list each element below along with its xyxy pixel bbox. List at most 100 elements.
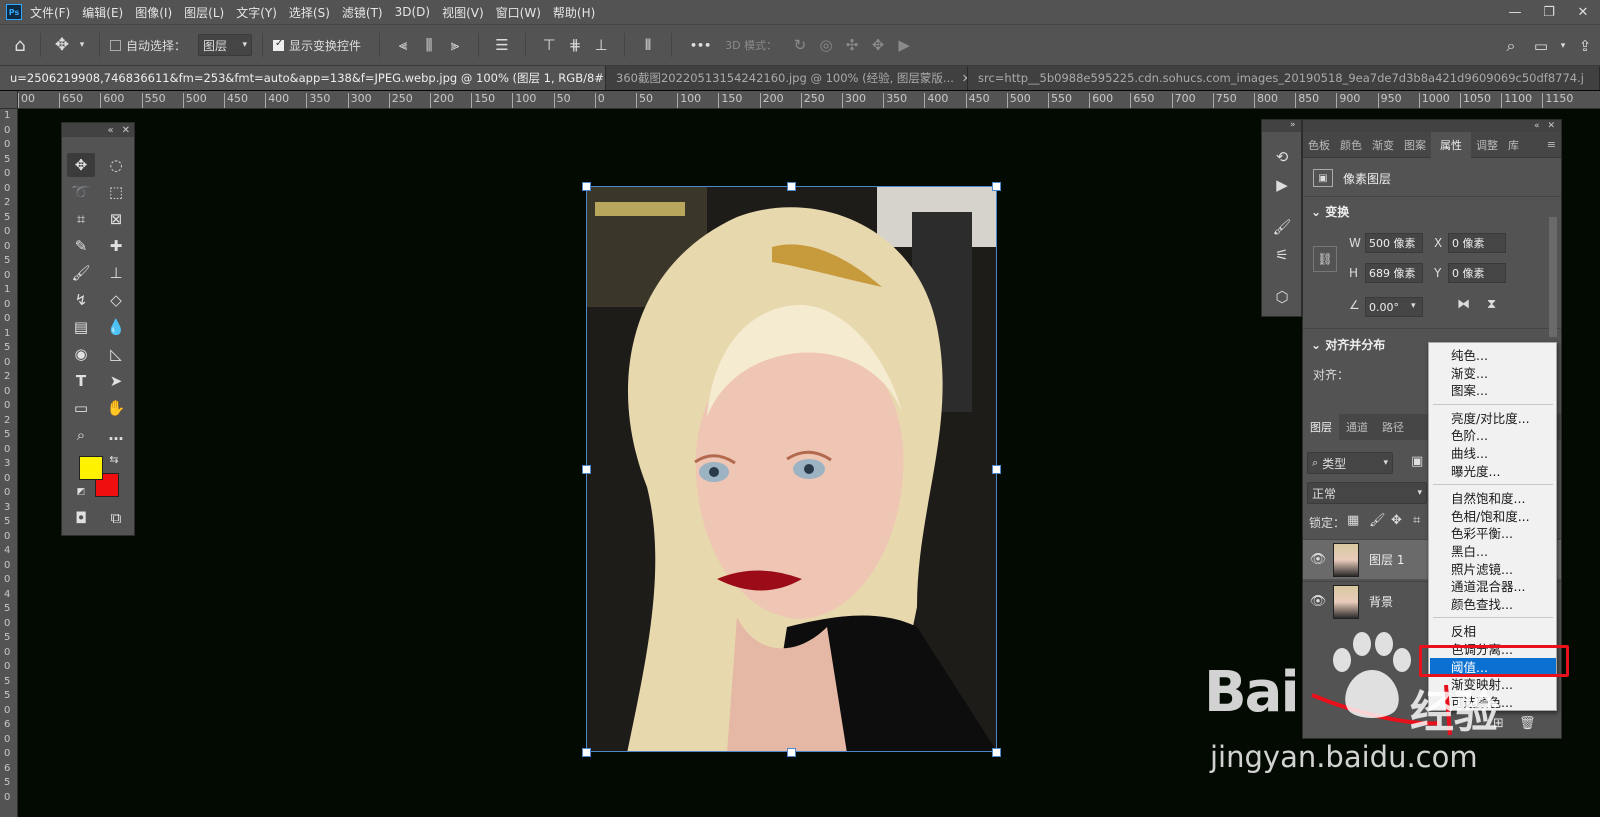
3d-slide-icon[interactable]: ✥ <box>865 36 891 54</box>
menu-view[interactable]: 视图(V) <box>442 4 484 21</box>
transform-handle-top-right[interactable] <box>992 182 1001 191</box>
panel-scrollbar[interactable] <box>1549 217 1557 337</box>
zoom-tool-icon[interactable]: ⌕ <box>67 423 95 447</box>
transform-handle-left[interactable] <box>582 465 591 474</box>
align-left-icon[interactable]: ⫷ <box>390 36 416 54</box>
move-tool-icon[interactable]: ✥ <box>67 153 95 177</box>
strip-collapse-icon[interactable]: » <box>1262 120 1301 132</box>
menu-item[interactable]: 反相 <box>1451 623 1476 640</box>
chevron-down-icon[interactable]: ▾ <box>1411 301 1416 311</box>
path-select-icon[interactable]: ➤ <box>102 369 130 393</box>
menu-edit[interactable]: 编辑(E) <box>82 4 123 21</box>
transform-handle-top-left[interactable] <box>582 182 591 191</box>
transform-handle-bottom-right[interactable] <box>992 748 1001 757</box>
3d-camera-icon[interactable]: ▶ <box>891 36 917 54</box>
align-bottom-icon[interactable]: ⊥ <box>588 36 614 54</box>
auto-select-target-dropdown[interactable]: 图层 ▾ <box>198 34 253 56</box>
height-field[interactable]: 689 像素 <box>1365 263 1423 283</box>
tab-document-1[interactable]: u=2506219908,746836611&fm=253&fmt=auto&a… <box>0 66 606 90</box>
transform-handle-bottom-left[interactable] <box>582 748 591 757</box>
x-field[interactable]: 0 像素 <box>1448 233 1506 253</box>
menu-file[interactable]: 文件(F) <box>30 4 70 21</box>
tab-document-2[interactable]: 360截图20220513154242160.jpg @ 100% (经验, 图… <box>606 66 968 90</box>
clone-stamp-icon[interactable]: ⊥ <box>102 261 130 285</box>
tab-patterns[interactable]: 图案 <box>1399 132 1431 158</box>
type-tool-icon[interactable]: T <box>67 369 95 393</box>
menu-item[interactable]: 照片滤镜... <box>1451 561 1513 578</box>
3d-roll-icon[interactable]: ◎ <box>813 36 839 54</box>
lock-transparency-icon[interactable]: ▦ <box>1347 513 1359 528</box>
lasso-tool-icon[interactable]: ➰ <box>67 180 95 204</box>
screen-mode-icon[interactable]: ⧉ <box>102 506 130 530</box>
menu-item[interactable]: 纯色... <box>1451 347 1488 364</box>
panel-header[interactable]: « ✕ <box>1303 120 1561 132</box>
flip-horizontal-icon[interactable]: ⧓ <box>1457 297 1470 312</box>
menu-item[interactable]: 自然饱和度... <box>1451 490 1525 507</box>
show-transform-checkbox[interactable] <box>273 38 285 51</box>
lock-position-icon[interactable]: ✥ <box>1391 513 1402 528</box>
toolbox-header[interactable]: « ✕ <box>62 123 134 137</box>
width-field[interactable]: 500 像素 <box>1365 233 1423 253</box>
lock-pixels-icon[interactable]: 🖌 <box>1369 513 1386 528</box>
menu-item[interactable]: 通道混合器... <box>1451 578 1525 595</box>
menu-item[interactable]: 黑白... <box>1451 543 1488 560</box>
tab-libraries[interactable]: 库 <box>1503 132 1524 158</box>
align-middle-v-icon[interactable]: ⋕ <box>562 36 588 54</box>
menu-type[interactable]: 文字(Y) <box>236 4 277 21</box>
menu-item[interactable]: 渐变... <box>1451 365 1488 382</box>
menu-layer[interactable]: 图层(L) <box>184 4 224 21</box>
restore-button[interactable]: ❐ <box>1532 0 1566 24</box>
3d-cube-icon[interactable]: ⬡ <box>1270 286 1294 308</box>
chevron-down-icon[interactable]: ▾ <box>1556 41 1570 51</box>
panel-menu-icon[interactable]: ≡ <box>1542 132 1561 158</box>
distribute-vertical-icon[interactable]: ☰ <box>489 36 515 54</box>
menu-item[interactable]: 图案... <box>1451 382 1488 399</box>
document-image[interactable] <box>586 186 997 752</box>
menu-window[interactable]: 窗口(W) <box>496 4 541 21</box>
3d-pan-icon[interactable]: ✣ <box>839 36 865 54</box>
quick-mask-icon[interactable]: ◘ <box>67 506 95 530</box>
more-tools-icon[interactable]: … <box>102 423 130 447</box>
minimize-button[interactable]: — <box>1498 0 1532 24</box>
close-icon[interactable]: ✕ <box>1547 121 1555 131</box>
lock-artboard-icon[interactable]: ⌗ <box>1413 513 1420 528</box>
tab-color[interactable]: 颜色 <box>1335 132 1367 158</box>
visibility-eye-icon[interactable]: 👁 <box>1303 594 1333 609</box>
transform-section-title[interactable]: ⌄ 变换 <box>1311 203 1349 220</box>
menu-image[interactable]: 图像(I) <box>135 4 172 21</box>
home-icon[interactable]: ⌂ <box>0 35 40 56</box>
menu-select[interactable]: 选择(S) <box>289 4 330 21</box>
frame-tool-icon[interactable]: ⊠ <box>102 207 130 231</box>
menu-item[interactable]: 色相/饱和度... <box>1451 508 1530 525</box>
tab-channels[interactable]: 通道 <box>1339 414 1375 440</box>
history-icon[interactable]: ⟲ <box>1270 146 1294 168</box>
close-icon[interactable]: ✕ <box>122 125 130 136</box>
eraser-tool-icon[interactable]: ◇ <box>102 288 130 312</box>
tab-properties[interactable]: 属性 <box>1431 131 1471 158</box>
eyedropper-icon[interactable]: ✎ <box>67 234 95 258</box>
transform-handle-bottom[interactable] <box>787 748 796 757</box>
align-right-icon[interactable]: ⫸ <box>442 36 468 54</box>
gradient-tool-icon[interactable]: ▤ <box>67 315 95 339</box>
search-icon[interactable]: ⌕ <box>1496 36 1526 56</box>
align-center-h-icon[interactable]: ⫼ <box>416 36 442 54</box>
object-select-icon[interactable]: ⬚ <box>102 180 130 204</box>
transform-handle-top[interactable] <box>787 182 796 191</box>
align-top-icon[interactable]: ⊤ <box>536 36 562 54</box>
brush-tool-icon[interactable]: 🖌 <box>67 261 95 285</box>
tab-document-3[interactable]: src=http__5b0988e595225.cdn.sohucs.com_i… <box>968 66 1600 90</box>
tab-paths[interactable]: 路径 <box>1375 414 1411 440</box>
healing-brush-icon[interactable]: ✚ <box>102 234 130 258</box>
move-tool-icon[interactable]: ✥ <box>49 35 75 55</box>
menu-item[interactable]: 曲线... <box>1451 445 1488 462</box>
tab-gradients[interactable]: 渐变 <box>1367 132 1399 158</box>
layer-filter-dropdown[interactable]: ⌕ 类型 ▾ <box>1307 452 1393 474</box>
distribute-horizontal-icon[interactable]: ⫴ <box>635 36 661 54</box>
foreground-color-swatch[interactable] <box>79 456 103 480</box>
tab-swatches[interactable]: 色板 <box>1303 132 1335 158</box>
menu-item[interactable]: 颜色查找... <box>1451 596 1513 613</box>
crop-tool-icon[interactable]: ⌗ <box>67 207 95 231</box>
brush-settings-icon[interactable]: 🖌 <box>1270 216 1294 238</box>
history-brush-icon[interactable]: ↯ <box>67 288 95 312</box>
menu-item[interactable]: 色阶... <box>1451 427 1488 444</box>
